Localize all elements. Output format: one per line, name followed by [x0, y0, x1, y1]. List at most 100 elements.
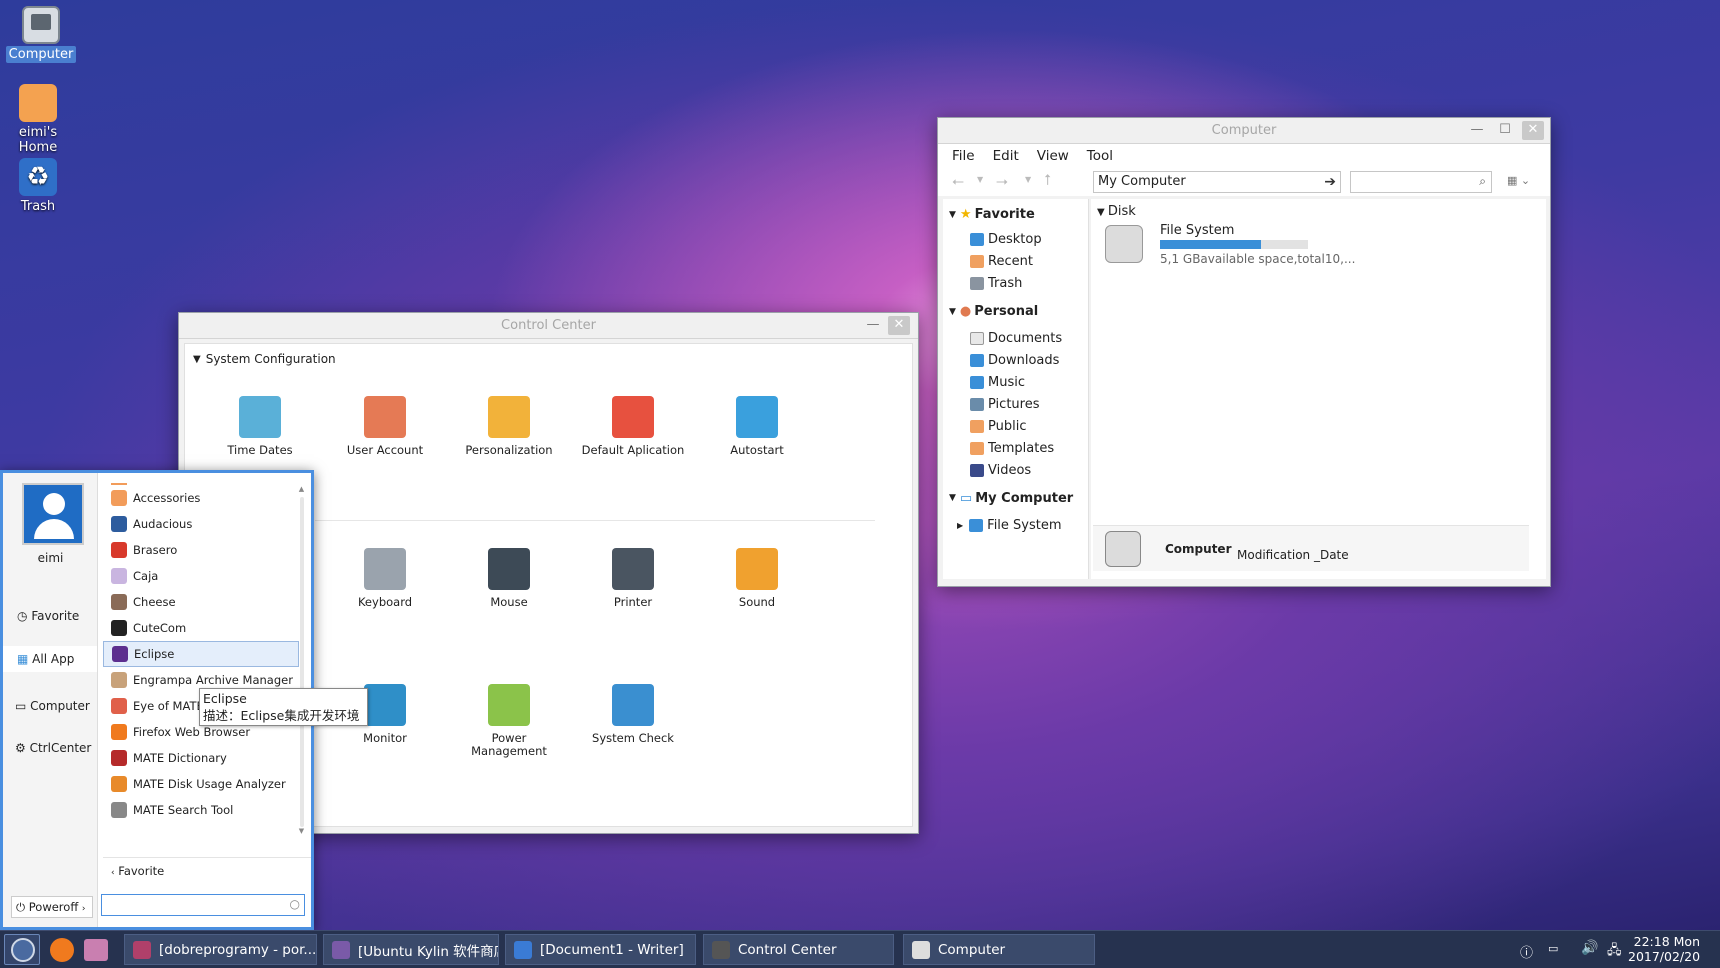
desktop-icon-computer[interactable]: Computer: [5, 6, 77, 63]
app-item[interactable]: MATE Search Tool: [103, 797, 299, 823]
sidebar-item-videos[interactable]: Videos: [970, 459, 1088, 481]
nav-favorite[interactable]: ◷ Favorite: [17, 609, 79, 623]
app-item[interactable]: MATE Disk Usage Analyzer: [103, 771, 299, 797]
clock[interactable]: 22:18 Mon 2017/02/20: [1628, 934, 1700, 964]
address-bar[interactable]: My Computer ➔: [1093, 171, 1341, 193]
minimize-button[interactable]: —: [862, 316, 884, 335]
app-icon: [111, 490, 127, 506]
sidebar-item-trash[interactable]: Trash: [970, 272, 1088, 294]
cc-item-time-dates[interactable]: Time Dates: [205, 396, 315, 457]
close-button[interactable]: ✕: [888, 316, 910, 335]
back-to-favorite[interactable]: ‹ Favorite: [103, 857, 311, 883]
file-manager-window: Computer — ☐ ✕ File Edit View Tool ⭠ ▼ ⭢…: [937, 117, 1551, 587]
menu-search-input[interactable]: ○: [101, 894, 305, 916]
cc-item-system-check[interactable]: System Check: [578, 684, 688, 745]
back-arrow-icon[interactable]: ⭠: [952, 172, 964, 190]
keyboard-layout-icon[interactable]: ▭: [1548, 942, 1558, 955]
cc-item-printer[interactable]: Printer: [578, 548, 688, 609]
nav-computer[interactable]: ▭ Computer: [15, 699, 90, 713]
keyboard-icon: [364, 548, 406, 590]
sidebar-item-public[interactable]: Public: [970, 415, 1088, 437]
user-name: eimi: [37, 551, 64, 565]
taskbar-task[interactable]: Computer: [903, 934, 1095, 965]
sidebar-item-downloads[interactable]: Downloads: [970, 349, 1088, 371]
poweroff-button[interactable]: ⏻ Poweroff ›: [11, 896, 93, 918]
sidebar-item-file-system[interactable]: ▶ File System: [949, 514, 1088, 536]
download-icon: [970, 353, 984, 367]
cc-item-user-account[interactable]: User Account: [330, 396, 440, 457]
app-icon: [111, 776, 127, 792]
disk-item[interactable]: File System 5,1 GBavailable space,total1…: [1101, 223, 1401, 267]
chevron-down-icon[interactable]: ▼: [977, 175, 983, 184]
nav-all-app[interactable]: ▦ All App: [3, 646, 97, 672]
menu-view[interactable]: View: [1037, 148, 1069, 164]
search-icon: ○: [289, 897, 300, 911]
go-arrow-icon[interactable]: ➔: [1324, 172, 1336, 192]
cc-item-default-aplication[interactable]: Default Aplication: [578, 396, 688, 457]
up-arrow-icon[interactable]: ⭡: [1044, 171, 1051, 189]
taskbar-task[interactable]: [dobreprogramy - por...: [124, 934, 317, 965]
cc-item-power-management[interactable]: Power Management: [454, 684, 564, 758]
scrollbar[interactable]: ▲ ▼: [297, 485, 306, 850]
nav-ctrlcenter[interactable]: ⚙ CtrlCenter: [15, 741, 91, 755]
desktop-icon-home[interactable]: eimi's Home: [2, 84, 74, 155]
app-label: Firefox Web Browser: [133, 725, 251, 739]
close-button[interactable]: ✕: [1522, 121, 1544, 140]
scroll-thumb[interactable]: [299, 497, 304, 827]
menu-edit[interactable]: Edit: [993, 148, 1019, 164]
sidebar-item-recent[interactable]: Recent: [970, 250, 1088, 272]
cc-item-sound[interactable]: Sound: [702, 548, 812, 609]
start-button[interactable]: [4, 934, 40, 965]
scroll-up-icon[interactable]: ▲: [297, 485, 306, 493]
firefox-launcher-icon[interactable]: [50, 938, 74, 962]
cc-item-label: User Account: [346, 443, 424, 457]
scroll-down-icon[interactable]: ▼: [297, 827, 306, 835]
cc-item-keyboard[interactable]: Keyboard: [330, 548, 440, 609]
forward-arrow-icon[interactable]: ⭢: [996, 172, 1008, 190]
taskbar-task[interactable]: [Ubuntu Kylin 软件商店]: [323, 934, 499, 965]
app-item[interactable]: Accessories: [103, 485, 299, 511]
app-label: Audacious: [133, 517, 193, 531]
volume-icon[interactable]: 🔊: [1581, 940, 1598, 956]
maximize-button[interactable]: ☐: [1494, 121, 1516, 140]
sidebar-header-favorite[interactable]: ▼ ★ Favorite: [949, 201, 1088, 228]
app-item[interactable]: Cheese: [103, 589, 299, 615]
menu-file[interactable]: File: [952, 148, 975, 164]
sidebar-item-templates[interactable]: Templates: [970, 437, 1088, 459]
sidebar-item-music[interactable]: Music: [970, 371, 1088, 393]
app-item[interactable]: MATE Dictionary: [103, 745, 299, 771]
search-input[interactable]: ⌕: [1350, 171, 1492, 193]
chevron-down-icon[interactable]: ▼: [1025, 175, 1031, 184]
sidebar-item-documents[interactable]: Documents: [970, 327, 1088, 349]
avatar[interactable]: [22, 483, 84, 545]
app-icon: [111, 750, 127, 766]
taskbar-task[interactable]: Control Center: [703, 934, 894, 965]
sidebar-item-pictures[interactable]: Pictures: [970, 393, 1088, 415]
sidebar-item-desktop[interactable]: Desktop: [970, 228, 1088, 250]
disk-section-header[interactable]: ▼ Disk: [1097, 204, 1136, 219]
desktop-icon-trash[interactable]: ♻ Trash: [2, 158, 74, 214]
sidebar-header-my-computer[interactable]: ▼ ▭ My Computer: [949, 482, 1088, 514]
task-label: Control Center: [738, 941, 837, 958]
minimize-button[interactable]: —: [1466, 121, 1488, 140]
app-item[interactable]: Audacious: [103, 511, 299, 537]
files-launcher-icon[interactable]: [84, 939, 108, 961]
app-item[interactable]: CuteCom: [103, 615, 299, 641]
info-icon[interactable]: ⓘ: [1520, 942, 1533, 961]
sidebar-header-personal[interactable]: ▼ ● Personal: [949, 296, 1088, 327]
cc-item-label: Printer: [613, 595, 653, 609]
cc-item-mouse[interactable]: Mouse: [454, 548, 564, 609]
app-item[interactable]: Brasero: [103, 537, 299, 563]
network-icon[interactable]: 🖧: [1607, 941, 1622, 963]
cc-item-personalization[interactable]: Personalization: [454, 396, 564, 457]
cc-item-autostart[interactable]: Autostart: [702, 396, 812, 457]
menu-tool[interactable]: Tool: [1087, 148, 1113, 164]
view-mode-icon[interactable]: ▦ ⌄: [1507, 174, 1530, 187]
app-item[interactable]: Eclipse: [103, 641, 299, 667]
app-label: MATE Disk Usage Analyzer: [133, 777, 286, 791]
battery-icon: [488, 684, 530, 726]
taskbar-task[interactable]: [Document1 - Writer]: [505, 934, 696, 965]
cc-item-label: Default Aplication: [581, 443, 685, 457]
section-header[interactable]: ▼ System Configuration: [193, 352, 336, 366]
app-item[interactable]: Caja: [103, 563, 299, 589]
